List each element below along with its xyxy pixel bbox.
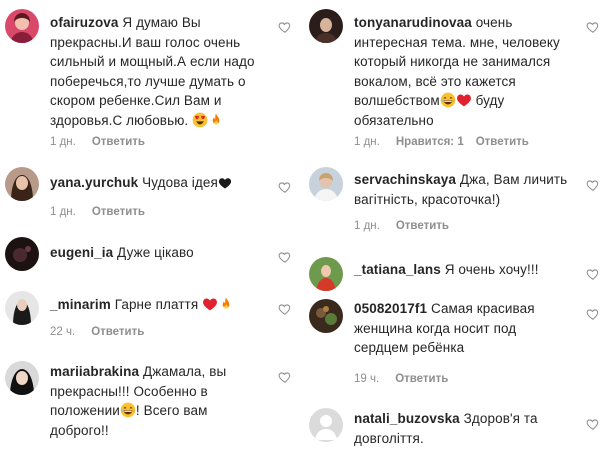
comment-body: natali_buzovska Здоров'я та довголіття. [354,409,582,448]
like-heart-icon[interactable] [586,307,600,321]
comment-time: 1 дн. [50,136,76,148]
reply-button[interactable]: Ответить [396,220,449,232]
comment-text: Я думаю Вы [122,15,201,30]
comment-time: 1 дн. [354,220,380,232]
comment-text: довголіття. [354,430,424,446]
comment-text: сердцем ребёнка [354,340,465,355]
reply-button[interactable]: Ответить [92,136,145,148]
comment-text: прекрасны.И ваш голос очень [50,34,241,50]
like-heart-icon[interactable] [278,250,292,264]
reply-button[interactable]: Ответить [476,136,529,148]
reply-button[interactable]: Ответить [91,326,144,338]
comment-text: обязательно [354,112,434,128]
like-heart-icon[interactable] [586,267,600,281]
comment-meta: 1 дн. Нравится: 1 Ответить [354,136,529,148]
comment-body: 05082017f1 Самая красивая женщина когда … [354,299,582,358]
comment-time: 19 ч. [354,373,380,385]
comment-meta: 1 дн. Ответить [354,220,449,232]
like-heart-icon[interactable] [586,20,600,34]
avatar[interactable] [5,9,39,43]
comment-body: ofairuzova Я думаю Вы прекрасны.И ваш го… [50,13,282,130]
comment-text: сильный и мощный.А если надо [50,54,255,69]
comment-meta: 22 ч. Ответить [50,326,144,338]
comment-text: Чудова ідея [142,175,218,190]
likes-count[interactable]: Нравится: 1 [396,136,464,148]
avatar[interactable] [309,167,343,201]
comment-username[interactable]: 05082017f1 [354,301,427,316]
comment-body: eugeni_ia Дуже цікаво [50,243,282,263]
comment-text: Я очень хочу!!! [444,262,539,277]
comment-text: положении [50,403,120,418]
comment-text: скором ребенке.Сил Вам и [50,93,222,108]
comment-time: 1 дн. [354,136,380,148]
comment-text: вокалом, всё это кажется [354,73,516,89]
comment-text: женщина когда носит под [354,320,517,336]
fire-emoji [218,296,234,312]
avatar[interactable] [5,291,39,325]
comment-body: _tatiana_lans Я очень хочу!!! [354,260,582,280]
avatar[interactable] [5,361,39,395]
comment-time: 1 дн. [50,206,76,218]
comment-time: 22 ч. [50,326,76,338]
comment-body: servachinskaya Джа, Вам личить вагітніст… [354,170,582,209]
comment-text: прекрасны!!! Особенно в [50,383,208,399]
comment-username[interactable]: ofairuzova [50,15,119,30]
comment-meta: 1 дн. Ответить [50,136,145,148]
comment-meta: 1 дн. Ответить [50,206,145,218]
comment-text: который никогда не занимался [354,54,551,69]
comment-body: yana.yurchuk Чудова ідея [50,173,282,193]
comment-text: доброго!! [50,422,109,438]
red-heart-emoji [456,92,472,108]
comments-grid: ofairuzova Я думаю Вы прекрасны.И ваш го… [0,0,608,465]
comment-text: вагітність, красоточка!) [354,191,501,207]
comment-text: поберечься,то лучше думать о [50,73,246,89]
comment-meta: 19 ч. Ответить [354,373,448,385]
comment-text: интересная тема. мне, человеку [354,34,560,50]
red-heart-emoji [202,296,218,312]
comment-text: ! Всего вам [135,403,208,418]
like-heart-icon[interactable] [586,417,600,431]
reply-button[interactable]: Ответить [395,373,448,385]
comment-username[interactable]: _minarim [50,297,111,312]
fire-emoji [208,112,224,128]
comment-text: Джамала, вы [142,364,227,379]
black-heart-emoji [218,176,232,190]
like-heart-icon[interactable] [278,302,292,316]
comment-text: здоровья.С любовью. [50,112,189,128]
comment-text: Гарне плаття [114,297,199,312]
comment-text: Дуже цікаво [117,245,194,260]
like-heart-icon[interactable] [278,370,292,384]
comment-username[interactable]: natali_buzovska [354,411,460,426]
comment-body: mariiabrakina Джамала, вы прекрасны!!! О… [50,362,282,440]
like-heart-icon[interactable] [586,178,600,192]
comment-username[interactable]: _tatiana_lans [354,262,441,277]
grinning-emoji [440,92,456,108]
avatar[interactable] [309,408,343,442]
comment-body: _minarim Гарне плаття [50,295,282,315]
grinning-emoji [120,402,136,418]
avatar[interactable] [5,237,39,271]
like-heart-icon[interactable] [278,180,292,194]
comment-username[interactable]: eugeni_ia [50,245,113,260]
comment-text: Джа, Вам личить [459,172,568,187]
avatar[interactable] [5,167,39,201]
comment-username[interactable]: mariiabrakina [50,364,139,379]
avatar[interactable] [309,9,343,43]
avatar[interactable] [309,299,343,333]
like-heart-icon[interactable] [278,20,292,34]
comment-username[interactable]: yana.yurchuk [50,175,138,190]
reply-button[interactable]: Ответить [92,206,145,218]
heart-eyes-emoji [192,112,208,128]
comment-text: буду [475,93,505,108]
avatar[interactable] [309,257,343,291]
comment-text: очень [475,15,513,30]
comment-text: волшебством [354,93,440,108]
comment-text: Здоров'я та [463,411,538,426]
comment-username[interactable]: servachinskaya [354,172,456,187]
comment-body: tonyanarudinovaa очень интересная тема. … [354,13,582,130]
comment-text: Самая красивая [430,301,535,316]
comment-username[interactable]: tonyanarudinovaa [354,15,472,30]
